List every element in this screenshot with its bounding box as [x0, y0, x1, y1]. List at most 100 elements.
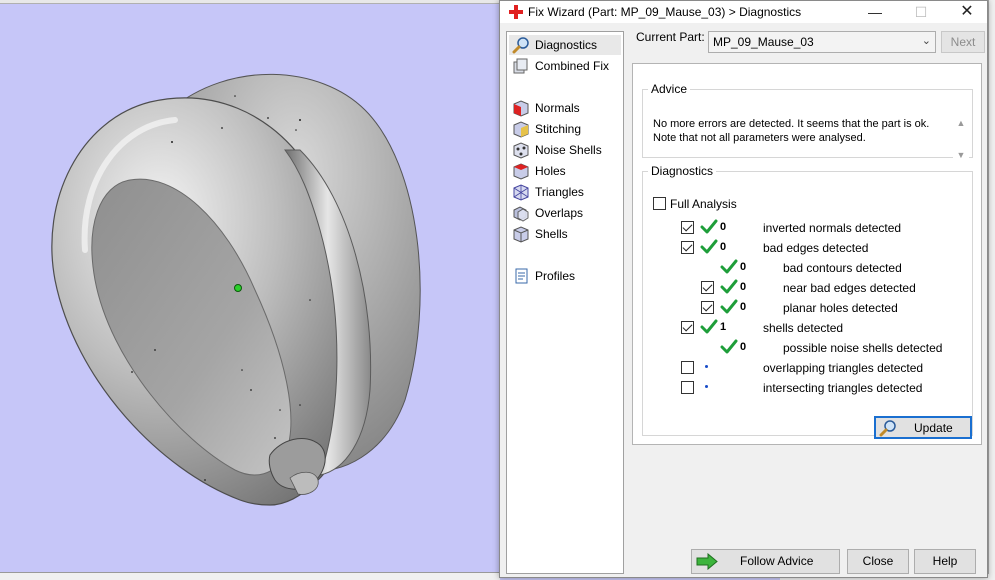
diagnostic-row: 0 possible noise shells detected	[643, 338, 973, 358]
advice-line: Note that not all parameters were analys…	[653, 132, 866, 144]
nav-item-label: Noise Shells	[535, 143, 602, 157]
close-window-button[interactable]: ✕	[944, 1, 990, 23]
normals-icon	[513, 100, 529, 117]
title-bar[interactable]: Fix Wizard (Part: MP_09_Mause_03) > Diag…	[500, 1, 987, 23]
check-icon	[720, 279, 738, 295]
current-part-label: Current Part:	[636, 30, 705, 44]
diagnostic-label: planar holes detected	[783, 301, 898, 315]
help-button[interactable]: Help	[914, 549, 976, 574]
diagnostic-count: 0	[740, 341, 747, 353]
diagnostic-label: overlapping triangles detected	[763, 361, 924, 375]
diagnostic-row: 0 bad edges detected	[643, 238, 973, 258]
nav-item-shells[interactable]: Shells	[509, 224, 621, 244]
diagnostic-row: overlapping triangles detected	[643, 358, 973, 378]
nav-item-label: Holes	[535, 164, 566, 178]
update-label: Update	[914, 421, 953, 435]
close-button[interactable]: Close	[847, 549, 909, 574]
nav-item-holes[interactable]: Holes	[509, 161, 621, 181]
nav-item-overlaps[interactable]: Overlaps	[509, 203, 621, 223]
pending-dot-icon	[705, 365, 708, 368]
diagnostic-label: inverted normals detected	[763, 221, 902, 235]
check-icon	[720, 339, 738, 355]
fix-wizard-dialog: Fix Wizard (Part: MP_09_Mause_03) > Diag…	[499, 0, 988, 578]
check-icon	[720, 299, 738, 315]
nav-item-stitching[interactable]: Stitching	[509, 119, 621, 139]
diagnostic-count: 0	[720, 241, 727, 253]
nav-item-label: Normals	[535, 101, 580, 115]
diagnostic-row: 0 bad contours detected	[643, 258, 973, 278]
nav-item-diagnostics[interactable]: Diagnostics	[509, 35, 621, 55]
nav-item-label: Combined Fix	[535, 59, 610, 73]
diagnostic-label: bad edges detected	[763, 241, 869, 255]
noise-shells-icon	[513, 142, 529, 159]
maximize-button[interactable]: ☐	[898, 1, 944, 23]
shells-icon	[513, 226, 529, 243]
diagnostic-row: intersecting triangles detected	[643, 378, 973, 398]
check-icon	[700, 219, 718, 235]
next-button[interactable]: Next	[941, 31, 985, 53]
nav-item-noise-shells[interactable]: Noise Shells	[509, 140, 621, 160]
pending-dot-icon	[705, 385, 708, 388]
diagnostic-checkbox[interactable]	[681, 221, 694, 234]
update-button[interactable]: Update	[874, 416, 972, 439]
triangles-icon	[513, 184, 529, 201]
current-part-dropdown[interactable]: MP_09_Mause_03 ⌄	[708, 31, 936, 53]
viewport-bottom-strip	[0, 572, 500, 580]
full-analysis-checkbox[interactable]	[653, 197, 666, 210]
diagnostic-count: 0	[720, 221, 727, 233]
nav-item-normals[interactable]: Normals	[509, 98, 621, 118]
follow-advice-button[interactable]: Follow Advice	[691, 549, 840, 574]
diagnostic-row: 1 shells detected	[643, 318, 973, 338]
check-icon	[700, 319, 718, 335]
diagnostic-row: 0 near bad edges detected	[643, 278, 973, 298]
diagnostic-checkbox[interactable]	[681, 241, 694, 254]
check-icon	[700, 239, 718, 255]
background-app-edge	[988, 0, 995, 580]
nav-item-combined-fix[interactable]: Combined Fix	[509, 56, 621, 76]
diagnostic-checkbox[interactable]	[681, 321, 694, 334]
diagnostic-label: bad contours detected	[783, 261, 902, 275]
nav-item-triangles[interactable]: Triangles	[509, 182, 621, 202]
diagnostic-label: near bad edges detected	[783, 281, 916, 295]
nav-item-label: Overlaps	[535, 206, 584, 220]
diagnostics-title: Diagnostics	[651, 164, 714, 178]
diagnostic-checkbox[interactable]	[701, 301, 714, 314]
nav-item-profiles[interactable]: Profiles	[509, 266, 621, 286]
diagnostic-label: intersecting triangles detected	[763, 381, 923, 395]
follow-advice-label: Follow Advice	[740, 554, 814, 568]
diagnostic-checkbox[interactable]	[681, 361, 694, 374]
advice-line: No more errors are detected. It seems th…	[653, 118, 930, 130]
current-part-value: MP_09_Mause_03	[713, 35, 814, 49]
diagnostic-label: shells detected	[763, 321, 844, 335]
advice-group: Advice No more errors are detected. It s…	[642, 82, 973, 164]
diagnostic-count: 0	[740, 281, 747, 293]
nav-item-label: Triangles	[535, 185, 584, 199]
full-analysis-label: Full Analysis	[670, 197, 737, 211]
nav-item-label: Shells	[535, 227, 568, 241]
diagnostic-count: 0	[740, 261, 747, 273]
mesh-model[interactable]	[0, 0, 500, 580]
stitching-icon	[513, 121, 529, 138]
green-arrow-icon	[696, 553, 718, 570]
3d-viewport[interactable]	[0, 0, 500, 580]
scroll-down-icon[interactable]: ▼	[953, 150, 969, 164]
minimize-button[interactable]: —	[852, 1, 898, 23]
nav-item-label: Diagnostics	[535, 38, 598, 52]
chevron-down-icon: ⌄	[921, 35, 931, 47]
nav-item-label: Stitching	[535, 122, 582, 136]
advice-scrollbar[interactable]: ▲ ▼	[953, 118, 969, 164]
advice-text: No more errors are detected. It seems th…	[653, 117, 949, 145]
diagnostic-checkbox[interactable]	[681, 381, 694, 394]
diagnostic-checkbox[interactable]	[701, 281, 714, 294]
magnifier-icon	[512, 37, 529, 54]
magnifier-icon	[879, 420, 896, 437]
diagnostics-group: Diagnostics Full Analysis 0 inverted norm…	[642, 164, 973, 439]
scroll-up-icon[interactable]: ▲	[953, 118, 969, 132]
window-title: Fix Wizard (Part: MP_09_Mause_03) > Diag…	[528, 5, 802, 19]
diagnostic-count: 0	[740, 301, 747, 313]
diagnostics-panel: Advice No more errors are detected. It s…	[632, 63, 982, 445]
overlaps-icon	[513, 206, 529, 222]
profiles-icon	[515, 268, 528, 284]
diagnostic-count: 1	[720, 321, 727, 333]
wizard-nav: Diagnostics Combined Fix Normals Stitchi…	[506, 31, 624, 574]
